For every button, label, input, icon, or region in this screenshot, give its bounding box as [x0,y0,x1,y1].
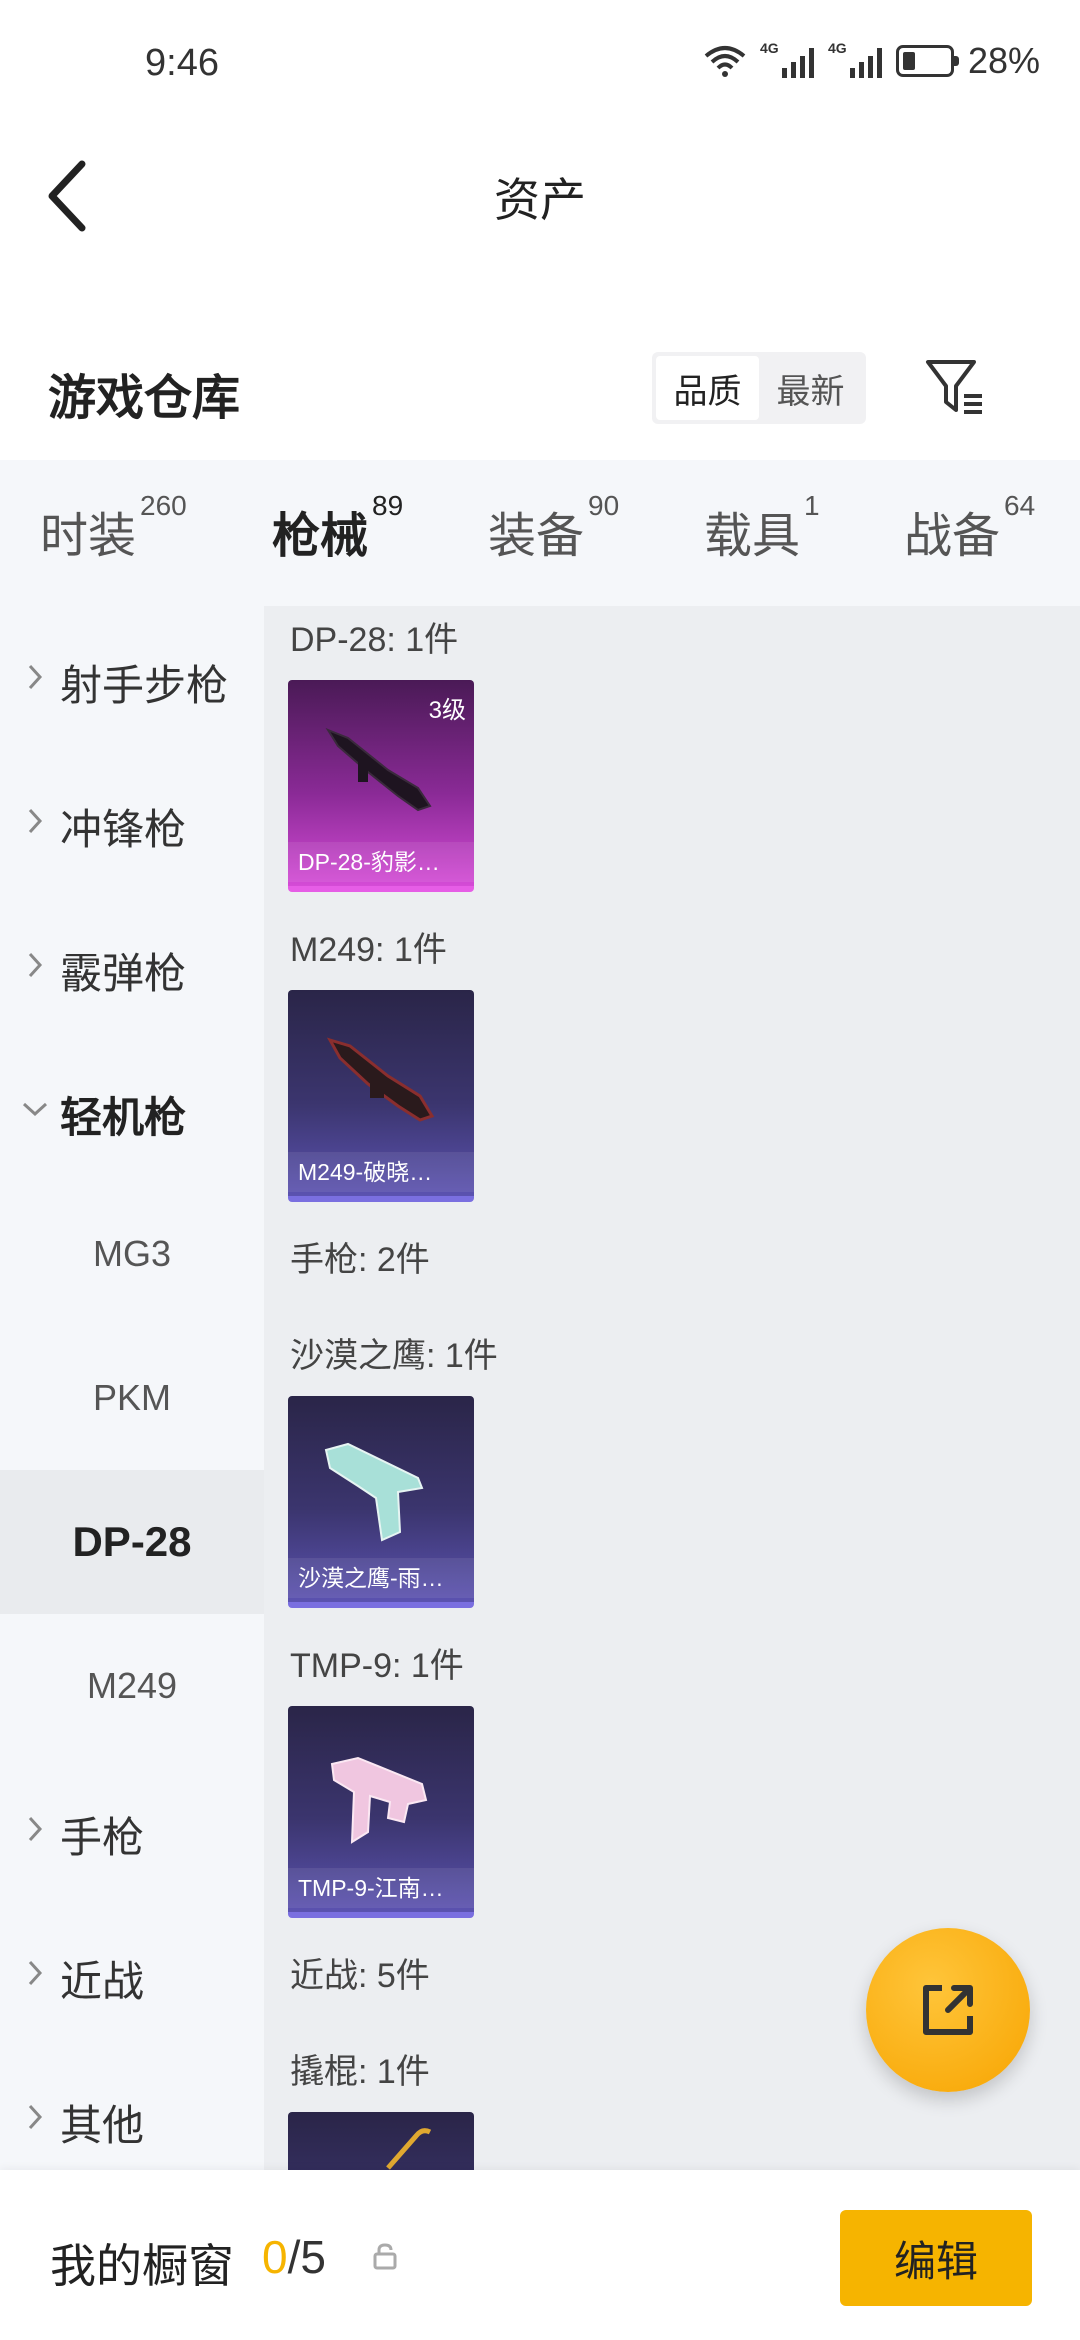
category-pistol[interactable]: 手枪 [0,1758,264,1902]
status-icons: 4G 4G 28% [704,40,1040,82]
wifi-icon [704,46,746,77]
share-button[interactable] [866,1928,1030,2092]
warehouse-header: 游戏仓库 品质 最新 [0,340,1080,450]
category-smg[interactable]: 冲锋枪 [0,750,264,894]
pistol-image [324,1442,424,1542]
group-heading: 撬棍: 1件 [290,2053,430,2091]
status-time: 9:46 [145,42,219,84]
cellular-signal-icon: 4G [760,40,814,78]
group-heading: 手枪: 2件 [290,1241,430,1279]
item-card-desert-eagle[interactable]: 沙漠之鹰-雨… [288,1396,474,1608]
group-heading: 近战: 5件 [290,1957,430,1995]
chevron-right-icon [28,808,43,834]
share-icon [923,1985,973,2035]
chevron-right-icon [28,664,43,690]
category-melee[interactable]: 近战 [0,1902,264,2046]
sort-quality-button[interactable]: 品质 [656,356,759,420]
tab-vehicles[interactable]: 载具1 [704,490,820,566]
chevron-down-icon [22,1102,48,1117]
chevron-right-icon [28,952,43,978]
chevron-right-icon [28,1816,43,1842]
item-card-crowbar[interactable] [288,2112,474,2170]
showcase-bar: 我的橱窗 0/5 编辑 [0,2170,1080,2340]
machine-gun-image [326,1037,435,1122]
chevron-right-icon [28,2104,43,2130]
subcategory-dp28[interactable]: DP-28 [0,1470,264,1614]
category-other[interactable]: 其他 [0,2046,264,2190]
tab-weapons[interactable]: 枪械89 [272,490,403,614]
filter-icon[interactable] [924,356,986,416]
chevron-right-icon [28,1960,43,1986]
group-heading: DP-28: 1件 [290,621,459,659]
crowbar-image [386,2128,432,2170]
item-name: 沙漠之鹰-雨… [288,1558,474,1598]
category-shotgun[interactable]: 霰弹枪 [0,894,264,1038]
showcase-label: 我的橱窗 [50,2240,234,2292]
app-header: 资产 [0,130,1080,260]
cellular-signal-icon-2: 4G [828,40,882,78]
page-title: 资产 [494,174,586,226]
category-lmg[interactable]: 轻机枪 [0,1038,264,1182]
tab-equipment[interactable]: 装备90 [488,490,619,566]
item-card-m249[interactable]: M249-破晓… [288,990,474,1202]
battery-icon [895,45,959,77]
showcase-count: 0/5 [262,2231,326,2283]
tab-supplies[interactable]: 战备64 [904,490,1035,566]
sort-newest-button[interactable]: 最新 [759,356,862,420]
item-name: DP-28-豹影… [288,842,474,882]
weapon-category-list: 射手步枪 冲锋枪 霰弹枪 轻机枪 MG3 PKM DP-28 M249 手枪 近… [0,606,264,2170]
battery-percent: 28% [967,40,1040,81]
subcategory-mg3[interactable]: MG3 [0,1182,264,1326]
status-bar: 9:46 4G 4G 28% [0,0,1080,130]
item-name: TMP-9-江南… [288,1868,474,1908]
group-heading: TMP-9: 1件 [290,1647,464,1685]
section-title: 游戏仓库 [48,372,241,425]
tab-outfits[interactable]: 时装260 [40,490,187,566]
edit-button[interactable]: 编辑 [840,2210,1032,2306]
machine-gun-image [325,727,432,812]
sort-toggle: 品质 最新 [652,352,866,424]
subcategory-m249[interactable]: M249 [0,1614,264,1758]
item-card-tmp9[interactable]: TMP-9-江南… [288,1706,474,1918]
smg-image [330,1756,428,1844]
category-tabs: 时装260 枪械89 装备90 载具1 战备64 [0,460,1080,614]
group-heading: M249: 1件 [290,931,447,969]
lock-icon [373,2243,397,2270]
group-heading: 沙漠之鹰: 1件 [290,1337,498,1375]
subcategory-pkm[interactable]: PKM [0,1326,264,1470]
item-card-dp28[interactable]: 3级 DP-28-豹影… [288,680,474,892]
item-name: M249-破晓… [288,1152,474,1192]
category-marksman-rifle[interactable]: 射手步枪 [0,606,264,750]
